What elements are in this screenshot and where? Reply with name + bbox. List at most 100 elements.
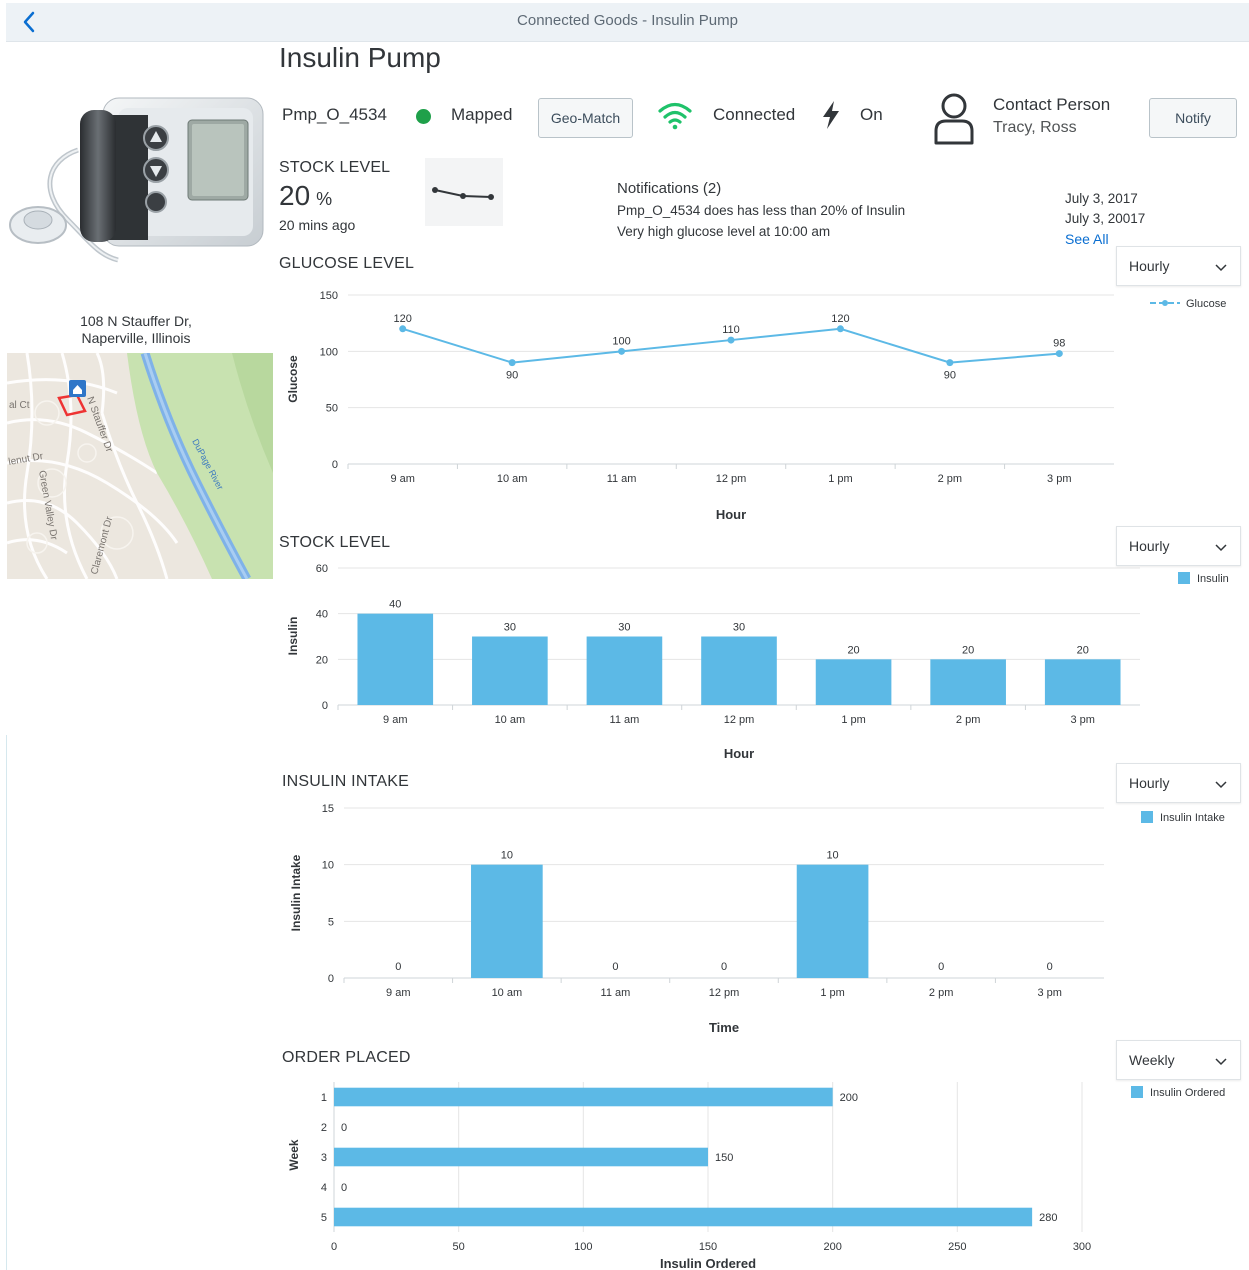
intake-data-label: 10 xyxy=(826,850,838,862)
intake-bar xyxy=(471,864,543,978)
stock-bar xyxy=(930,659,1006,705)
stock-data-label: 20 xyxy=(847,644,859,656)
glucose-data-label: 120 xyxy=(394,313,412,325)
intake-x-tick-label: 3 pm xyxy=(1037,987,1061,999)
glucose-x-tick-label: 3 pm xyxy=(1047,473,1071,485)
orders-legend-swatch xyxy=(1131,1086,1143,1098)
intake-x-tick-label: 9 am xyxy=(386,987,410,999)
glucose-data-label: 110 xyxy=(722,324,740,336)
stock-legend-swatch xyxy=(1178,572,1190,584)
glucose-x-axis-label: Hour xyxy=(716,507,746,522)
glucose-data-point xyxy=(1055,350,1063,358)
glucose-data-label: 100 xyxy=(612,335,630,347)
glucose-x-tick-label: 9 am xyxy=(390,473,414,485)
orders-data-label: 0 xyxy=(341,1122,347,1134)
intake-y-tick-label: 5 xyxy=(328,916,334,928)
stock-data-label: 40 xyxy=(389,599,401,611)
orders-x-tick-label: 100 xyxy=(574,1241,592,1253)
glucose-y-tick-label: 50 xyxy=(326,403,338,415)
glucose-legend-label: Glucose xyxy=(1186,298,1226,310)
intake-x-tick-label: 12 pm xyxy=(709,987,740,999)
glucose-y-axis-label: Glucose xyxy=(286,355,300,403)
orders-legend-label: Insulin Ordered xyxy=(1150,1087,1225,1099)
stock-x-axis-label: Hour xyxy=(724,746,754,761)
intake-x-axis-label: Time xyxy=(709,1020,739,1035)
stock-x-tick-label: 12 pm xyxy=(724,714,755,726)
stock-bar xyxy=(586,636,663,705)
intake-x-tick-label: 2 pm xyxy=(929,987,953,999)
glucose-x-tick-label: 11 am xyxy=(607,473,637,485)
charts-layer: 0501001509 am 10 am 11 am 12 pm 1 pm 2 pm 3 pm… xyxy=(286,290,1229,1270)
intake-data-label: 10 xyxy=(501,850,513,862)
orders-data-label: 280 xyxy=(1039,1212,1057,1224)
orders-x-tick-label: 300 xyxy=(1073,1241,1091,1253)
glucose-x-tick-label: 2 pm xyxy=(938,473,962,485)
orders-data-label: 0 xyxy=(341,1182,347,1194)
stock-data-label: 20 xyxy=(962,644,974,656)
stock-data-label: 30 xyxy=(733,622,745,634)
stock-x-tick-label: 10 am xyxy=(495,714,526,726)
orders-bar xyxy=(334,1087,833,1107)
glucose-data-label: 98 xyxy=(1053,338,1065,350)
orders-x-tick-label: 250 xyxy=(948,1241,966,1253)
glucose-legend-marker xyxy=(1162,300,1168,306)
orders-bar xyxy=(334,1207,1033,1227)
glucose-x-tick-label: 10 am xyxy=(497,473,528,485)
intake-legend-swatch xyxy=(1141,811,1153,823)
glucose-x-tick-label: 12 pm xyxy=(716,473,747,485)
stock-data-label: 30 xyxy=(504,622,516,634)
orders-data-label: 200 xyxy=(840,1092,858,1104)
glucose-data-point xyxy=(727,336,735,344)
intake-x-tick-label: 11 am xyxy=(601,987,631,999)
stock-x-tick-label: 1 pm xyxy=(841,714,865,726)
intake-y-tick-label: 10 xyxy=(322,860,334,872)
intake-y-tick-label: 0 xyxy=(328,973,334,985)
intake-y-axis-label: Insulin Intake xyxy=(289,854,303,931)
stock-bar xyxy=(701,636,777,705)
intake-bar xyxy=(796,864,869,978)
stock-bar xyxy=(357,613,434,705)
glucose-x-tick-label: 1 pm xyxy=(828,473,852,485)
orders-x-tick-label: 50 xyxy=(453,1241,465,1253)
orders-x-tick-label: 200 xyxy=(823,1241,841,1253)
orders-x-tick-label: 0 xyxy=(331,1241,337,1253)
stock-y-tick-label: 60 xyxy=(316,563,328,575)
glucose-data-point xyxy=(508,359,516,367)
glucose-y-tick-label: 150 xyxy=(320,290,338,302)
stock-y-tick-label: 40 xyxy=(316,609,328,621)
stock-x-tick-label: 2 pm xyxy=(956,714,980,726)
intake-data-label: 0 xyxy=(938,961,944,973)
stock-y-tick-label: 0 xyxy=(322,700,328,712)
orders-y-tick-label: 3 xyxy=(321,1152,327,1164)
orders-x-axis-label: Insulin Ordered xyxy=(660,1256,756,1270)
stock-x-tick-label: 9 am xyxy=(383,714,407,726)
stock-legend-label: Insulin xyxy=(1197,573,1229,585)
intake-data-label: 0 xyxy=(1047,961,1053,973)
orders-y-axis-label: Week xyxy=(287,1139,301,1170)
stock-bar xyxy=(1044,659,1121,705)
stock-y-axis-label: Insulin xyxy=(286,617,300,656)
orders-y-tick-label: 1 xyxy=(321,1092,327,1104)
glucose-y-tick-label: 0 xyxy=(332,459,338,471)
glucose-data-label: 90 xyxy=(944,370,956,382)
intake-data-label: 0 xyxy=(612,961,618,973)
glucose-data-label: 90 xyxy=(506,370,518,382)
stock-data-label: 20 xyxy=(1077,644,1089,656)
orders-x-tick-label: 150 xyxy=(699,1241,717,1253)
glucose-data-point xyxy=(399,325,407,333)
intake-x-tick-label: 10 am xyxy=(492,987,523,999)
stock-bar xyxy=(815,659,892,705)
stock-y-tick-label: 20 xyxy=(316,654,328,666)
stock-x-tick-label: 11 am xyxy=(610,714,640,726)
stock-bar xyxy=(472,636,548,705)
glucose-data-point xyxy=(836,325,844,333)
intake-data-label: 0 xyxy=(395,961,401,973)
intake-data-label: 0 xyxy=(721,961,727,973)
glucose-data-point xyxy=(946,359,954,367)
orders-y-tick-label: 5 xyxy=(321,1212,327,1224)
intake-x-tick-label: 1 pm xyxy=(820,987,844,999)
stock-data-label: 30 xyxy=(618,622,630,634)
orders-bar xyxy=(334,1147,708,1167)
orders-data-label: 150 xyxy=(715,1152,733,1164)
glucose-y-tick-label: 100 xyxy=(320,346,338,358)
